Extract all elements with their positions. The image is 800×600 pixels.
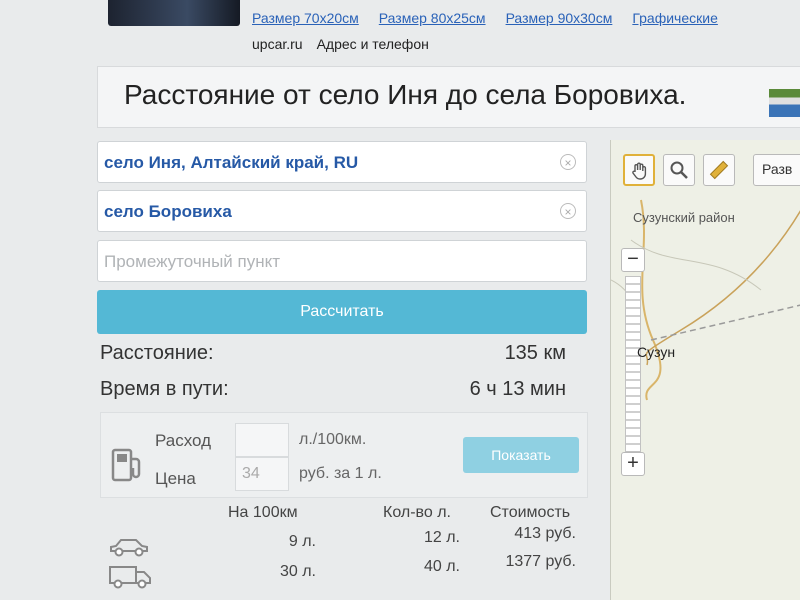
town-label: Сузун <box>637 344 676 360</box>
title-bar: Расстояние от село Иня до села Боровиха. <box>97 66 800 128</box>
truck-per100-value: 30 л. <box>279 563 316 580</box>
car-per100-value: 9 л. <box>288 533 316 550</box>
ruler-icon <box>709 160 729 180</box>
ad-links: Размер 70х20см Размер 80х25см Размер 90х30… <box>252 10 800 32</box>
to-field: × <box>97 190 587 233</box>
price-label: Цена <box>155 469 196 488</box>
truck-cost-value: 1377 руб. <box>505 553 576 570</box>
zoom-area-tool[interactable] <box>663 154 695 186</box>
zoom-out-button[interactable]: − <box>621 248 645 272</box>
magnifier-icon <box>670 161 688 179</box>
fuel-calculator: Расход л./100км. Цена руб. за 1 л. Показ… <box>100 412 588 498</box>
table-header-liters: Кол-во л. <box>383 504 451 521</box>
ad-link-size-70x20[interactable]: Размер 70х20см <box>252 10 359 26</box>
travel-time-value: 6 ч 13 мин <box>469 378 566 400</box>
via-input[interactable] <box>102 241 546 283</box>
ad-contact-link[interactable]: Адрес и телефон <box>317 36 429 52</box>
table-header-cost: Стоимость <box>490 504 571 521</box>
travel-time-label: Время в пути: <box>100 378 229 400</box>
show-button[interactable]: Показать <box>463 437 579 473</box>
page-title: Расстояние от село Иня до села Боровиха. <box>124 79 687 110</box>
ad-link-size-90x30[interactable]: Размер 90х30см <box>506 10 613 26</box>
hand-icon <box>632 162 647 180</box>
ad-site-name[interactable]: upcar.ru <box>252 36 303 52</box>
distance-label: Расстояние: <box>100 342 214 364</box>
map-thumbnail-icon[interactable] <box>769 89 800 117</box>
car-icon <box>110 539 148 557</box>
zoom-slider[interactable] <box>625 276 641 452</box>
district-label: Сузунский район <box>633 210 735 225</box>
map-layer-select[interactable]: Разв <box>753 154 800 186</box>
ad-link-graphics[interactable]: Графические <box>632 10 718 26</box>
ruler-tool[interactable] <box>703 154 735 186</box>
consumption-input[interactable] <box>235 423 289 457</box>
truck-icon <box>109 566 151 589</box>
from-field: × <box>97 141 587 184</box>
calculate-button[interactable]: Рассчитать <box>97 290 587 334</box>
clear-to-icon[interactable]: × <box>560 203 576 219</box>
car-liters-value: 12 л. <box>423 529 460 546</box>
map-panel[interactable]: Разв Сузунский район − Сузун + <box>610 140 800 600</box>
price-unit: руб. за 1 л. <box>299 465 382 482</box>
ad-site-line: upcar.ru Адрес и телефон <box>252 36 443 52</box>
table-header-per100: На 100км <box>228 504 298 521</box>
to-input[interactable] <box>102 191 546 233</box>
consumption-label: Расход <box>155 431 212 450</box>
truck-liters-value: 40 л. <box>423 558 460 575</box>
distance-value: 135 км <box>504 342 566 364</box>
fuel-pump-icon <box>111 448 141 482</box>
clear-from-icon[interactable]: × <box>560 154 576 170</box>
ad-link-size-80x25[interactable]: Размер 80х25см <box>379 10 486 26</box>
price-input[interactable] <box>235 457 289 491</box>
consumption-unit: л./100км. <box>299 431 367 448</box>
car-cost-value: 413 руб. <box>514 525 576 542</box>
from-input[interactable] <box>102 142 546 184</box>
hand-tool[interactable] <box>623 154 655 186</box>
via-field <box>97 240 587 283</box>
ad-thumbnail[interactable] <box>108 0 240 26</box>
zoom-in-button[interactable]: + <box>621 452 645 476</box>
